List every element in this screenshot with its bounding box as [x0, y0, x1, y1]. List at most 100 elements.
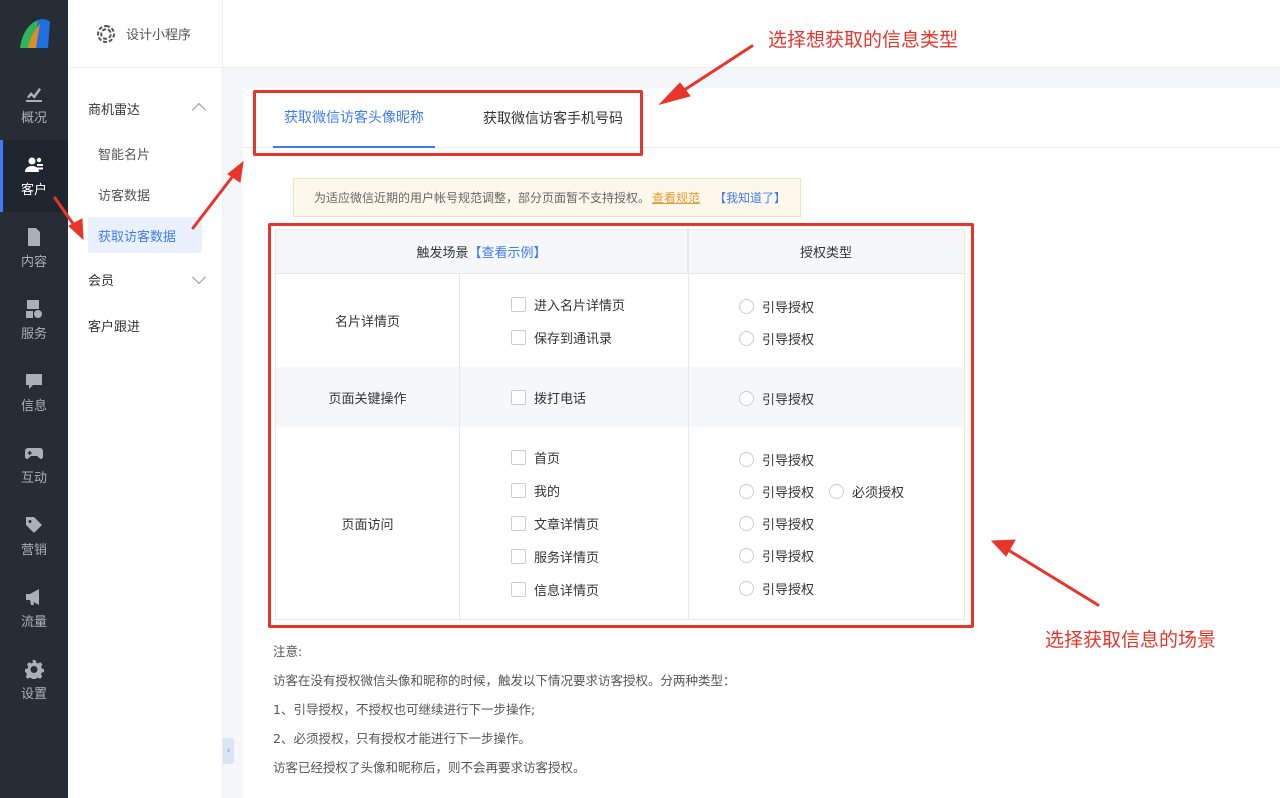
rail-label: 营销	[20, 542, 47, 558]
option-label: 信息详情页	[534, 584, 600, 599]
chevron-down-icon	[191, 269, 207, 285]
design-miniprogram-link[interactable]: 设计小程序	[68, 0, 222, 68]
radio[interactable]	[739, 516, 754, 531]
option-enter-card[interactable]: 进入名片详情页	[511, 295, 625, 314]
scene-cell: 页面关键操作	[276, 367, 460, 427]
rail-label: 概况	[20, 110, 47, 126]
checkbox[interactable]	[511, 330, 526, 345]
rail-label: 客户	[20, 182, 47, 198]
radio-must[interactable]: 必须授权	[829, 482, 904, 501]
submenu-group-radar[interactable]: 商机雷达	[68, 86, 222, 130]
radio-guide[interactable]: 引导授权	[739, 579, 814, 598]
content-panel: 获取微信访客头像昵称 获取微信访客手机号码 为适应微信近期的用户帐号规范调整，部…	[243, 88, 1280, 798]
sub-menu: 设计小程序 商机雷达 智能名片 访客数据 获取访客数据 会员 客户跟进	[68, 0, 223, 798]
radio-guide[interactable]: 引导授权	[739, 389, 814, 408]
option-article-detail[interactable]: 文章详情页	[511, 514, 599, 533]
view-example-link[interactable]: 【查看示例】	[469, 242, 547, 261]
option-save-contact[interactable]: 保存到通讯录	[511, 328, 612, 347]
radio[interactable]	[739, 391, 754, 406]
checkbox[interactable]	[511, 390, 526, 405]
option-label: 进入名片详情页	[534, 299, 626, 314]
view-spec-link[interactable]: 查看规范	[652, 189, 700, 206]
option-mine[interactable]: 我的	[511, 481, 560, 500]
checkbox[interactable]	[511, 483, 526, 498]
rail-item-traffic[interactable]: 流量	[0, 572, 68, 644]
checkbox[interactable]	[511, 516, 526, 531]
rail-label: 互动	[20, 470, 47, 486]
gear-icon	[24, 659, 44, 679]
rail-item-customer[interactable]: 客户	[0, 140, 68, 212]
chart-icon	[24, 83, 44, 103]
radio-label: 引导授权	[762, 486, 815, 501]
checkbox[interactable]	[511, 549, 526, 564]
checkbox[interactable]	[511, 450, 526, 465]
submenu-group-member[interactable]: 会员	[68, 257, 222, 301]
rail-item-overview[interactable]: 概况	[0, 68, 68, 140]
chevron-left-icon: ‹	[226, 746, 231, 756]
radio[interactable]	[829, 484, 844, 499]
option-call-phone[interactable]: 拨打电话	[511, 388, 586, 407]
radio[interactable]	[739, 548, 754, 563]
app-logo[interactable]	[0, 0, 68, 68]
logo-icon	[20, 19, 50, 48]
radio[interactable]	[739, 452, 754, 467]
table-row: 页面访问 首页 我的 文章详情页 服务详情页 信息详情页 引导授权 引导授权 必…	[276, 427, 964, 619]
rail-item-settings[interactable]: 设置	[0, 644, 68, 716]
table-row: 页面关键操作 拨打电话 引导授权	[276, 367, 964, 427]
option-service-detail[interactable]: 服务详情页	[511, 547, 599, 566]
document-icon	[24, 227, 44, 247]
rail-item-service[interactable]: 服务	[0, 284, 68, 356]
radio-guide[interactable]: 引导授权	[739, 546, 814, 565]
radio-guide[interactable]: 引导授权	[739, 450, 814, 469]
tab-avatar-nickname[interactable]: 获取微信访客头像昵称	[273, 88, 435, 148]
column-divider	[688, 230, 689, 619]
radio[interactable]	[739, 581, 754, 596]
dismiss-notice-link[interactable]: 【我知道了】	[714, 189, 786, 206]
header-label: 触发场景	[416, 246, 469, 261]
checkbox[interactable]	[511, 297, 526, 312]
top-bar	[223, 0, 1280, 68]
rail-item-marketing[interactable]: 营销	[0, 500, 68, 572]
auth-scene-table: 触发场景 【查看示例】 授权类型 名片详情页 进入名片详情页 保存到通讯录 引导授…	[275, 229, 965, 620]
submenu-item-visitor-data[interactable]: 访客数据	[88, 176, 202, 212]
radio-guide[interactable]: 引导授权	[739, 482, 814, 501]
notice-banner: 为适应微信近期的用户帐号规范调整，部分页面暂不支持授权。 查看规范 【我知道了】	[293, 178, 801, 217]
rail-item-interaction[interactable]: 互动	[0, 428, 68, 500]
note-line: 访客在没有授权微信头像和昵称的时候，触发以下情况要求访客授权。分两种类型：	[273, 673, 736, 688]
radio[interactable]	[739, 299, 754, 314]
option-label: 首页	[534, 452, 561, 467]
arrow-head	[227, 160, 244, 183]
submenu-group-followup[interactable]: 客户跟进	[68, 303, 222, 347]
rail-label: 内容	[20, 254, 47, 270]
radio[interactable]	[739, 484, 754, 499]
rail-label: 流量	[20, 614, 47, 630]
radio-label: 引导授权	[762, 583, 815, 598]
option-home[interactable]: 首页	[511, 448, 560, 467]
radio[interactable]	[739, 331, 754, 346]
radio-label: 引导授权	[762, 393, 815, 408]
group-label: 客户跟进	[88, 319, 141, 335]
checkbox[interactable]	[511, 582, 526, 597]
submenu-item-card[interactable]: 智能名片	[88, 135, 202, 171]
annotation-text-top: 选择想获取的信息类型	[768, 29, 959, 51]
rail-item-content[interactable]: 内容	[0, 212, 68, 284]
option-info-detail[interactable]: 信息详情页	[511, 580, 599, 599]
note-title: 注意:	[273, 644, 303, 659]
radio-label: 引导授权	[762, 518, 815, 533]
radio-label: 引导授权	[762, 550, 815, 565]
rail-item-message[interactable]: 信息	[0, 356, 68, 428]
collapse-sidebar-button[interactable]: ‹	[223, 738, 234, 764]
users-icon	[24, 155, 44, 175]
tab-phone-number[interactable]: 获取微信访客手机号码	[483, 88, 623, 148]
radio-guide[interactable]: 引导授权	[739, 297, 814, 316]
item-label: 访客数据	[98, 188, 151, 204]
table-header-scene: 触发场景 【查看示例】	[276, 230, 688, 274]
tab-bar: 获取微信访客头像昵称 获取微信访客手机号码	[243, 88, 1280, 148]
rail-label: 设置	[20, 686, 47, 702]
left-rail: 概况 客户 内容 服务 信息 互动 营销 流量 设置	[0, 0, 68, 798]
radio-guide[interactable]: 引导授权	[739, 514, 814, 533]
scene-cell: 页面访问	[276, 427, 460, 619]
submenu-item-get-visitor-data[interactable]: 获取访客数据	[88, 217, 202, 253]
radio-label: 引导授权	[762, 301, 815, 316]
radio-guide[interactable]: 引导授权	[739, 329, 814, 348]
